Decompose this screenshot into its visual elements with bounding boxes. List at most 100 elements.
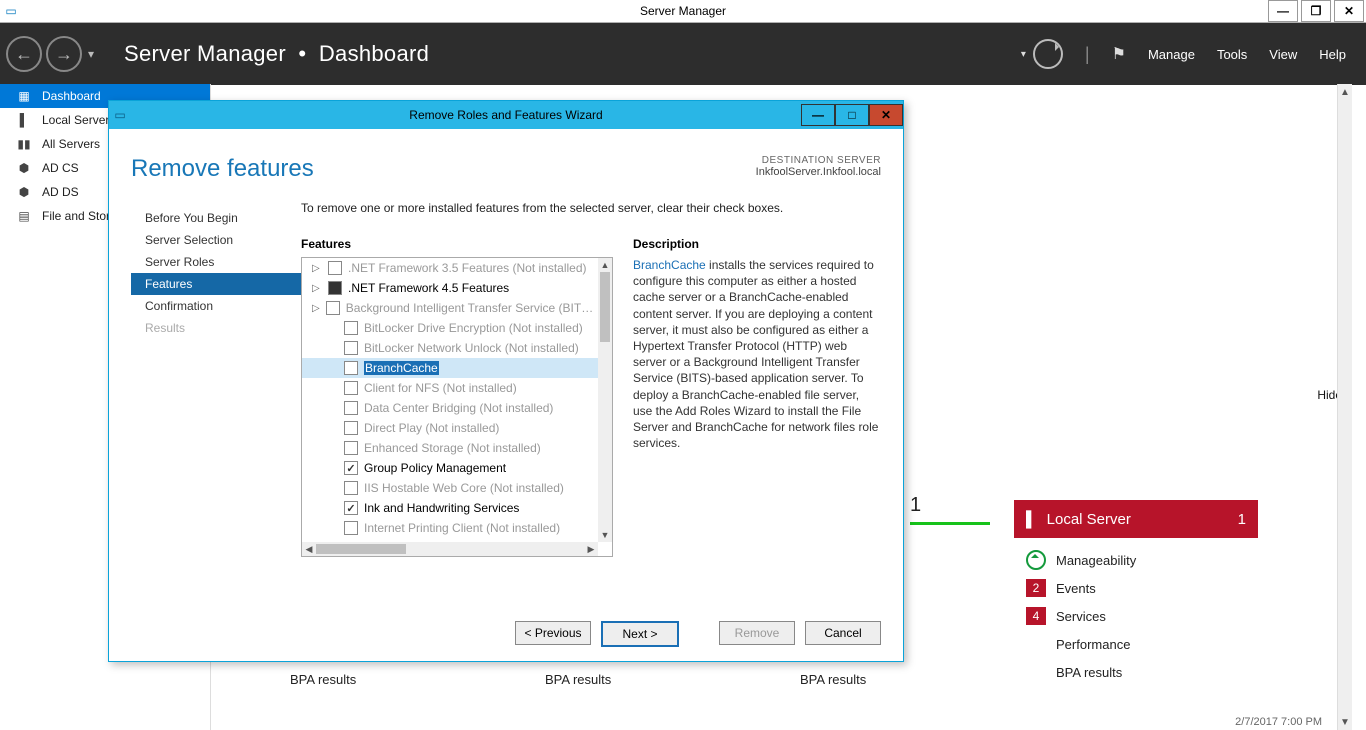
cancel-button[interactable]: Cancel (805, 621, 881, 645)
feature-row[interactable]: ▷Enhanced Storage (Not installed) (302, 438, 598, 458)
breadcrumb-root[interactable]: Server Manager (124, 41, 286, 66)
wizard-step[interactable]: Server Roles (131, 251, 301, 273)
wizard-step[interactable]: Before You Begin (131, 207, 301, 229)
history-dropdown[interactable]: ▾ (88, 47, 94, 61)
content-scrollbar[interactable]: ▲ ▼ (1337, 84, 1352, 730)
server-icon: ▌ (16, 113, 32, 127)
feature-checkbox[interactable] (344, 521, 358, 535)
wizard-close-button[interactable]: ✕ (869, 104, 903, 126)
feature-checkbox[interactable] (344, 321, 358, 335)
features-vscrollbar[interactable]: ▲ ▼ (598, 258, 612, 542)
features-hscrollbar[interactable]: ◀ ▶ (302, 542, 598, 556)
feature-row[interactable]: ▷BitLocker Drive Encryption (Not install… (302, 318, 598, 338)
timestamp: 2/7/2017 7:00 PM (1235, 716, 1322, 728)
refresh-icon[interactable] (1033, 39, 1063, 69)
feature-checkbox[interactable] (344, 481, 358, 495)
tile-row[interactable]: Manageability (1026, 546, 1246, 574)
maximize-button[interactable]: ❐ (1301, 0, 1331, 22)
feature-row[interactable]: ▷BitLocker Network Unlock (Not installed… (302, 338, 598, 358)
tile-row[interactable]: BPA results (1026, 658, 1246, 686)
feature-checkbox[interactable] (344, 461, 358, 475)
wizard-minimize-button[interactable]: — (801, 104, 835, 126)
feature-checkbox[interactable] (326, 301, 340, 315)
wizard-step[interactable]: Confirmation (131, 295, 301, 317)
help-menu[interactable]: Help (1319, 47, 1346, 62)
forward-button[interactable]: → (46, 36, 82, 72)
feature-row[interactable]: ▷Direct Play (Not installed) (302, 418, 598, 438)
welcome-panel (906, 168, 1328, 500)
bpa-label: BPA results (290, 672, 356, 687)
servers-icon: ▮▮ (16, 137, 32, 151)
feature-checkbox[interactable] (344, 441, 358, 455)
description-lead: BranchCache (633, 258, 706, 272)
manage-menu[interactable]: Manage (1148, 47, 1195, 62)
scroll-left-icon[interactable]: ◀ (302, 544, 316, 555)
feature-row[interactable]: ▷IIS Hostable Web Core (Not installed) (302, 478, 598, 498)
dropdown-icon[interactable]: ▾ (1021, 49, 1026, 60)
feature-label: BitLocker Network Unlock (Not installed) (364, 341, 579, 355)
feature-checkbox[interactable] (344, 361, 358, 375)
remove-features-wizard: ▭ Remove Roles and Features Wizard — □ ✕… (108, 100, 904, 662)
minimize-button[interactable]: — (1268, 0, 1298, 22)
notifications-icon[interactable]: ⚑ (1112, 44, 1126, 64)
expand-icon[interactable]: ▷ (312, 303, 320, 314)
scroll-right-icon[interactable]: ▶ (584, 544, 598, 555)
feature-label: IIS Hostable Web Core (Not installed) (364, 481, 564, 495)
status-ok-icon (1026, 550, 1046, 570)
feature-label: BranchCache (364, 361, 439, 375)
expand-icon[interactable]: ▷ (312, 263, 322, 274)
remove-button[interactable]: Remove (719, 621, 795, 645)
feature-checkbox[interactable] (328, 261, 342, 275)
wizard-instruction: To remove one or more installed features… (301, 201, 881, 215)
feature-checkbox[interactable] (344, 501, 358, 515)
feature-label: .NET Framework 3.5 Features (Not install… (348, 261, 587, 275)
status-badge: 4 (1026, 607, 1046, 625)
feature-row[interactable]: ▷ .NET Framework 3.5 Features (Not instal… (302, 258, 598, 278)
scroll-up-icon[interactable]: ▲ (598, 258, 612, 272)
wizard-maximize-button[interactable]: □ (835, 104, 869, 126)
tile-row-label: Services (1056, 609, 1106, 624)
feature-row[interactable]: ▷Ink and Handwriting Services (302, 498, 598, 518)
breadcrumb-page[interactable]: Dashboard (319, 41, 429, 66)
tools-menu[interactable]: Tools (1217, 47, 1247, 62)
role-icon: ⬢ (16, 161, 32, 175)
expand-icon[interactable]: ▷ (312, 283, 322, 294)
status-badge: 2 (1026, 579, 1046, 597)
feature-row[interactable]: ▷Internet Printing Client (Not installed… (302, 518, 598, 538)
server-icon: ▌ (1026, 511, 1037, 528)
scroll-thumb[interactable] (600, 272, 610, 342)
tile-row-label: Manageability (1056, 553, 1136, 568)
tile-row[interactable]: Performance (1026, 630, 1246, 658)
previous-button[interactable]: < Previous (515, 621, 591, 645)
feature-label: Enhanced Storage (Not installed) (364, 441, 541, 455)
scroll-up-icon[interactable]: ▲ (1338, 84, 1352, 100)
feature-row[interactable]: ▷BranchCache (302, 358, 598, 378)
scroll-down-icon[interactable]: ▼ (1338, 714, 1352, 730)
wizard-titlebar[interactable]: ▭ Remove Roles and Features Wizard — □ ✕ (109, 101, 903, 129)
feature-row[interactable]: ▷Client for NFS (Not installed) (302, 378, 598, 398)
wizard-steps: Before You BeginServer SelectionServer R… (131, 201, 301, 647)
view-menu[interactable]: View (1269, 47, 1297, 62)
close-button[interactable]: ✕ (1334, 0, 1364, 22)
feature-row[interactable]: ▷Background Intelligent Transfer Service… (302, 298, 598, 318)
tile-row[interactable]: 4 Services (1026, 602, 1246, 630)
features-listbox[interactable]: ▷ .NET Framework 3.5 Features (Not instal… (301, 257, 613, 557)
tile-row[interactable]: 2Events (1026, 574, 1246, 602)
feature-checkbox[interactable] (344, 381, 358, 395)
feature-label: Ink and Handwriting Services (364, 501, 519, 515)
feature-row[interactable]: ▷Data Center Bridging (Not installed) (302, 398, 598, 418)
back-button[interactable]: ← (6, 36, 42, 72)
feature-checkbox[interactable] (328, 281, 342, 295)
feature-checkbox[interactable] (344, 401, 358, 415)
feature-row[interactable]: ▷Group Policy Management (302, 458, 598, 478)
scroll-down-icon[interactable]: ▼ (598, 528, 612, 542)
feature-checkbox[interactable] (344, 341, 358, 355)
local-server-tile[interactable]: ▌Local Server 1 Manageability2Events4Ser… (1014, 500, 1258, 694)
next-button[interactable]: Next > (601, 621, 679, 647)
wizard-step[interactable]: Server Selection (131, 229, 301, 251)
scroll-thumb[interactable] (316, 544, 406, 554)
wizard-step[interactable]: Features (131, 273, 301, 295)
wizard-step[interactable]: Results (131, 317, 301, 339)
feature-checkbox[interactable] (344, 421, 358, 435)
feature-row[interactable]: ▷.NET Framework 4.5 Features (302, 278, 598, 298)
